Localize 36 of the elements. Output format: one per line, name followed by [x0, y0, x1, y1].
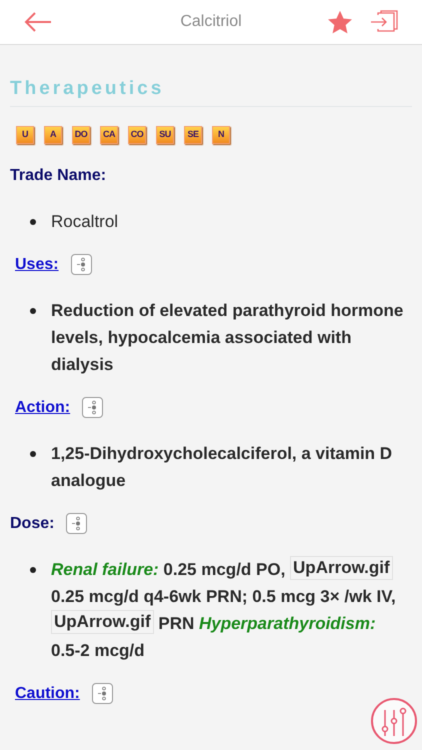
- section-badge[interactable]: DO: [72, 126, 90, 144]
- list-item-text: 1,25-Dihydroxycholecalciferol, a vitamin D analogue: [51, 442, 394, 492]
- sliders-icon: [379, 706, 409, 736]
- expand-button[interactable]: [70, 254, 92, 275]
- section-heading: Dose:: [10, 514, 54, 534]
- section-link[interactable]: Uses:: [15, 252, 59, 276]
- section-badge[interactable]: N: [212, 126, 230, 144]
- screen-title: Calcitriol: [179, 12, 243, 32]
- expand-button[interactable]: [66, 513, 88, 534]
- section-badge[interactable]: SE: [184, 126, 202, 144]
- star-icon[interactable]: [328, 10, 352, 34]
- expand-button[interactable]: [82, 397, 104, 418]
- section-badge[interactable]: CA: [100, 126, 118, 144]
- bullet-icon: [30, 308, 36, 314]
- bullet-icon: [30, 450, 36, 456]
- dots-icon: [87, 400, 98, 415]
- section-heading: Trade Name:: [10, 166, 106, 186]
- expand-button[interactable]: [92, 683, 113, 704]
- back-arrow-icon[interactable]: [24, 12, 52, 32]
- bullet-icon: [30, 218, 36, 224]
- section-title: Therapeutics: [10, 77, 166, 101]
- section-badge[interactable]: SU: [156, 126, 174, 144]
- dots-icon: [76, 257, 87, 272]
- section-badge[interactable]: CO: [128, 126, 146, 144]
- bullet-icon: [30, 566, 36, 572]
- list-item-text: Rocaltrol: [51, 210, 118, 232]
- exit-icon[interactable]: [370, 10, 398, 34]
- list-item-text: Renal failure: 0.25 mcg/d PO, UpArrow.gif 0.25 mcg/d q4-6wk PRN; 0.5 mcg 3× /wk IV, UpArrow.gif PRN Hyperparathyroidism: 0.5-2 mcg/d: [51, 556, 397, 662]
- dots-icon: [96, 686, 108, 701]
- section-link[interactable]: Action:: [15, 396, 70, 420]
- list-item-text: Reduction of elevated parathyroid hormone levels, hypocalcemia associated with dialysis: [51, 300, 404, 376]
- section-link[interactable]: Caution:: [15, 682, 80, 706]
- section-badge[interactable]: U: [16, 126, 34, 144]
- section-badge[interactable]: A: [44, 126, 62, 144]
- filter-button[interactable]: [371, 698, 417, 744]
- dots-icon: [71, 516, 82, 531]
